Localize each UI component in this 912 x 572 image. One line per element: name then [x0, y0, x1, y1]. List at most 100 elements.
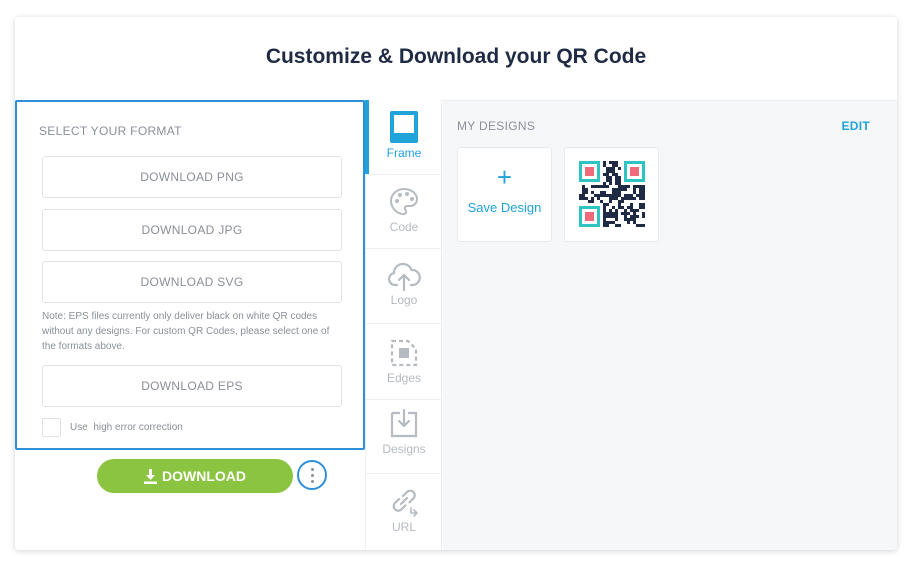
qr-module [603, 194, 606, 197]
tab-code-label: Code [389, 220, 419, 234]
format-panel: SELECT YOUR FORMAT DOWNLOAD PNG DOWNLOAD… [15, 100, 365, 450]
download-button[interactable]: DOWNLOAD [97, 459, 293, 493]
tab-url[interactable]: URL [366, 474, 442, 550]
qr-module [615, 188, 618, 191]
qr-module [615, 161, 618, 164]
qr-module [615, 215, 618, 218]
my-designs-heading: MY DESIGNS [457, 119, 536, 133]
qr-module [630, 209, 633, 212]
qr-module [615, 191, 618, 194]
qr-module [603, 221, 606, 224]
qr-module [633, 185, 636, 188]
qr-module [630, 203, 633, 206]
qr-module [591, 200, 594, 203]
qr-module [627, 212, 630, 215]
qr-module [642, 188, 645, 191]
qr-module [597, 194, 600, 197]
qr-module [609, 182, 612, 185]
eps-note: Note: EPS files currently only deliver b… [42, 311, 330, 352]
qr-module [642, 206, 645, 209]
qr-module [582, 191, 585, 194]
qr-module [633, 218, 636, 221]
save-design-label: Save Design [467, 200, 542, 215]
error-correction-row[interactable]: Use high error correction [42, 418, 183, 437]
qr-module [579, 194, 582, 197]
tab-edges[interactable]: Edges [366, 324, 442, 400]
qr-module [636, 215, 639, 218]
more-dot-icon [310, 473, 314, 477]
qr-module [639, 194, 642, 197]
more-options-button[interactable] [297, 460, 327, 490]
qr-module [603, 215, 606, 218]
qr-module [624, 212, 627, 215]
qr-module [603, 161, 606, 164]
qr-module [636, 224, 639, 227]
qr-module [603, 182, 606, 185]
qr-module [603, 173, 606, 176]
qr-module [582, 185, 585, 188]
qr-module [633, 221, 636, 224]
error-correction-checkbox[interactable] [42, 418, 61, 437]
qr-module [579, 197, 582, 200]
designs-icon [390, 408, 418, 438]
qr-module [642, 203, 645, 206]
qr-module [639, 185, 642, 188]
tab-code[interactable]: Code [366, 175, 442, 249]
qr-module [615, 224, 618, 227]
saved-qr-design[interactable] [564, 147, 659, 242]
qr-module [633, 191, 636, 194]
qr-module [618, 203, 621, 206]
qr-module [615, 176, 618, 179]
edit-designs-link[interactable]: EDIT [841, 119, 870, 133]
qr-module [612, 164, 615, 167]
qr-module [627, 185, 630, 188]
qr-module [615, 212, 618, 215]
qr-module [600, 200, 603, 203]
qr-module [624, 194, 627, 197]
tab-url-label: URL [391, 520, 416, 534]
qr-module [627, 194, 630, 197]
qr-module [627, 206, 630, 209]
qr-module [627, 218, 630, 221]
cloud-upload-icon [388, 262, 421, 291]
qr-module [594, 194, 597, 197]
page-title: Customize & Download your QR Code [265, 45, 647, 68]
qr-module [621, 212, 624, 215]
qr-module [609, 200, 612, 203]
qr-module [630, 218, 633, 221]
qr-module [636, 209, 639, 212]
tab-designs[interactable]: Designs [366, 400, 442, 474]
download-eps-button[interactable]: DOWNLOAD EPS [42, 365, 342, 407]
qr-module [639, 206, 642, 209]
qr-module [609, 215, 612, 218]
save-design-card[interactable]: + Save Design [457, 147, 552, 242]
qr-module [603, 191, 606, 194]
tab-frame[interactable]: Frame [366, 100, 442, 175]
qr-module [621, 206, 624, 209]
qr-module [624, 188, 627, 191]
download-png-button[interactable]: DOWNLOAD PNG [42, 156, 342, 198]
qr-module [636, 194, 639, 197]
qr-module [606, 215, 609, 218]
qr-module [585, 191, 588, 194]
qr-module [582, 194, 585, 197]
qr-module [642, 194, 645, 197]
download-svg-button[interactable]: DOWNLOAD SVG [42, 261, 342, 303]
qr-module [621, 197, 624, 200]
qr-module [609, 170, 612, 173]
qr-module [633, 188, 636, 191]
qr-module [618, 176, 621, 179]
qr-module [591, 191, 594, 194]
qr-module [624, 218, 627, 221]
qr-module [600, 194, 603, 197]
download-jpg-button[interactable]: DOWNLOAD JPG [42, 209, 342, 251]
qr-module [606, 173, 609, 176]
qr-module [633, 212, 636, 215]
qr-module [612, 221, 615, 224]
qr-module [642, 191, 645, 194]
qr-customizer-card: Customize & Download your QR Code SELECT… [15, 17, 897, 550]
tab-edges-label: Edges [386, 371, 422, 385]
qr-module [606, 221, 609, 224]
tab-logo[interactable]: Logo [366, 249, 442, 324]
qr-module [606, 203, 609, 206]
